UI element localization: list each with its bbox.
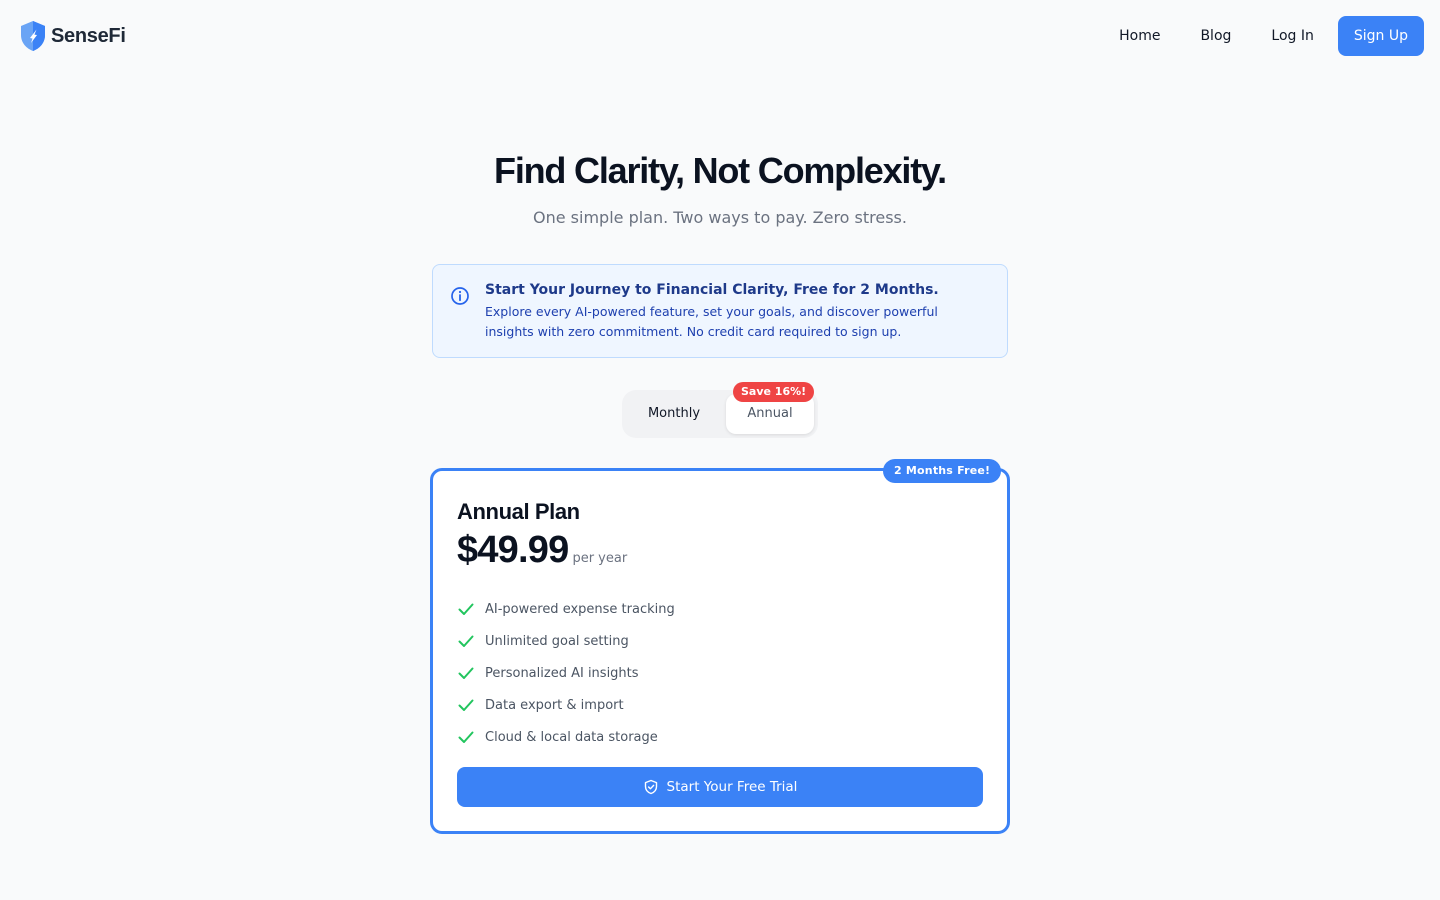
- feature-item: AI-powered expense tracking: [457, 593, 675, 625]
- start-free-trial-button[interactable]: Start Your Free Trial: [457, 767, 983, 807]
- signup-button[interactable]: Sign Up: [1337, 16, 1424, 56]
- feature-item: Personalized AI insights: [457, 657, 675, 689]
- nav-login-link[interactable]: Log In: [1251, 16, 1333, 56]
- save-percent-badge: Save 16%!: [733, 382, 815, 402]
- start-free-trial-label: Start Your Free Trial: [666, 779, 798, 795]
- free-trial-info-callout: Start Your Journey to Financial Clarity,…: [432, 264, 1008, 358]
- feature-item: Cloud & local data storage: [457, 721, 675, 753]
- months-free-badge: 2 Months Free!: [883, 459, 1002, 483]
- shield-logo-icon: [21, 21, 45, 51]
- plan-name: Annual Plan: [457, 499, 580, 524]
- annual-plan-card: Annual Plan $49.99 per year AI-powered e…: [430, 468, 1010, 834]
- check-icon: [458, 699, 474, 711]
- page-title: Find Clarity, Not Complexity.: [494, 150, 947, 191]
- check-icon: [458, 731, 474, 743]
- feature-text: Cloud & local data storage: [485, 729, 658, 745]
- feature-text: Personalized AI insights: [485, 665, 639, 681]
- shield-check-icon: [644, 779, 657, 795]
- plan-feature-list: AI-powered expense tracking Unlimited go…: [457, 593, 675, 753]
- page-subtitle: One simple plan. Two ways to pay. Zero s…: [533, 208, 907, 227]
- feature-item: Data export & import: [457, 689, 675, 721]
- check-icon: [458, 667, 474, 679]
- main-nav: Home Blog Log In Sign Up: [1099, 16, 1424, 56]
- check-icon: [458, 603, 474, 615]
- billing-option-monthly[interactable]: Monthly: [626, 394, 722, 434]
- nav-blog-link[interactable]: Blog: [1180, 16, 1251, 56]
- plan-period: per year: [572, 551, 628, 566]
- check-icon: [458, 635, 474, 647]
- top-nav-bar: SenseFi Home Blog Log In Sign Up: [0, 0, 1440, 72]
- brand-logo-link[interactable]: SenseFi: [19, 20, 126, 52]
- plan-price: $49.99: [457, 529, 569, 571]
- info-callout-title: Start Your Journey to Financial Clarity,…: [485, 282, 939, 298]
- info-callout-text: Explore every AI-powered feature, set yo…: [485, 304, 938, 339]
- nav-home-link[interactable]: Home: [1099, 16, 1180, 56]
- feature-item: Unlimited goal setting: [457, 625, 675, 657]
- feature-text: Unlimited goal setting: [485, 633, 629, 649]
- info-icon: [451, 287, 469, 305]
- feature-text: Data export & import: [485, 697, 624, 713]
- brand-name: SenseFi: [51, 24, 126, 47]
- feature-text: AI-powered expense tracking: [485, 601, 675, 617]
- plan-price-row: $49.99 per year: [457, 529, 627, 572]
